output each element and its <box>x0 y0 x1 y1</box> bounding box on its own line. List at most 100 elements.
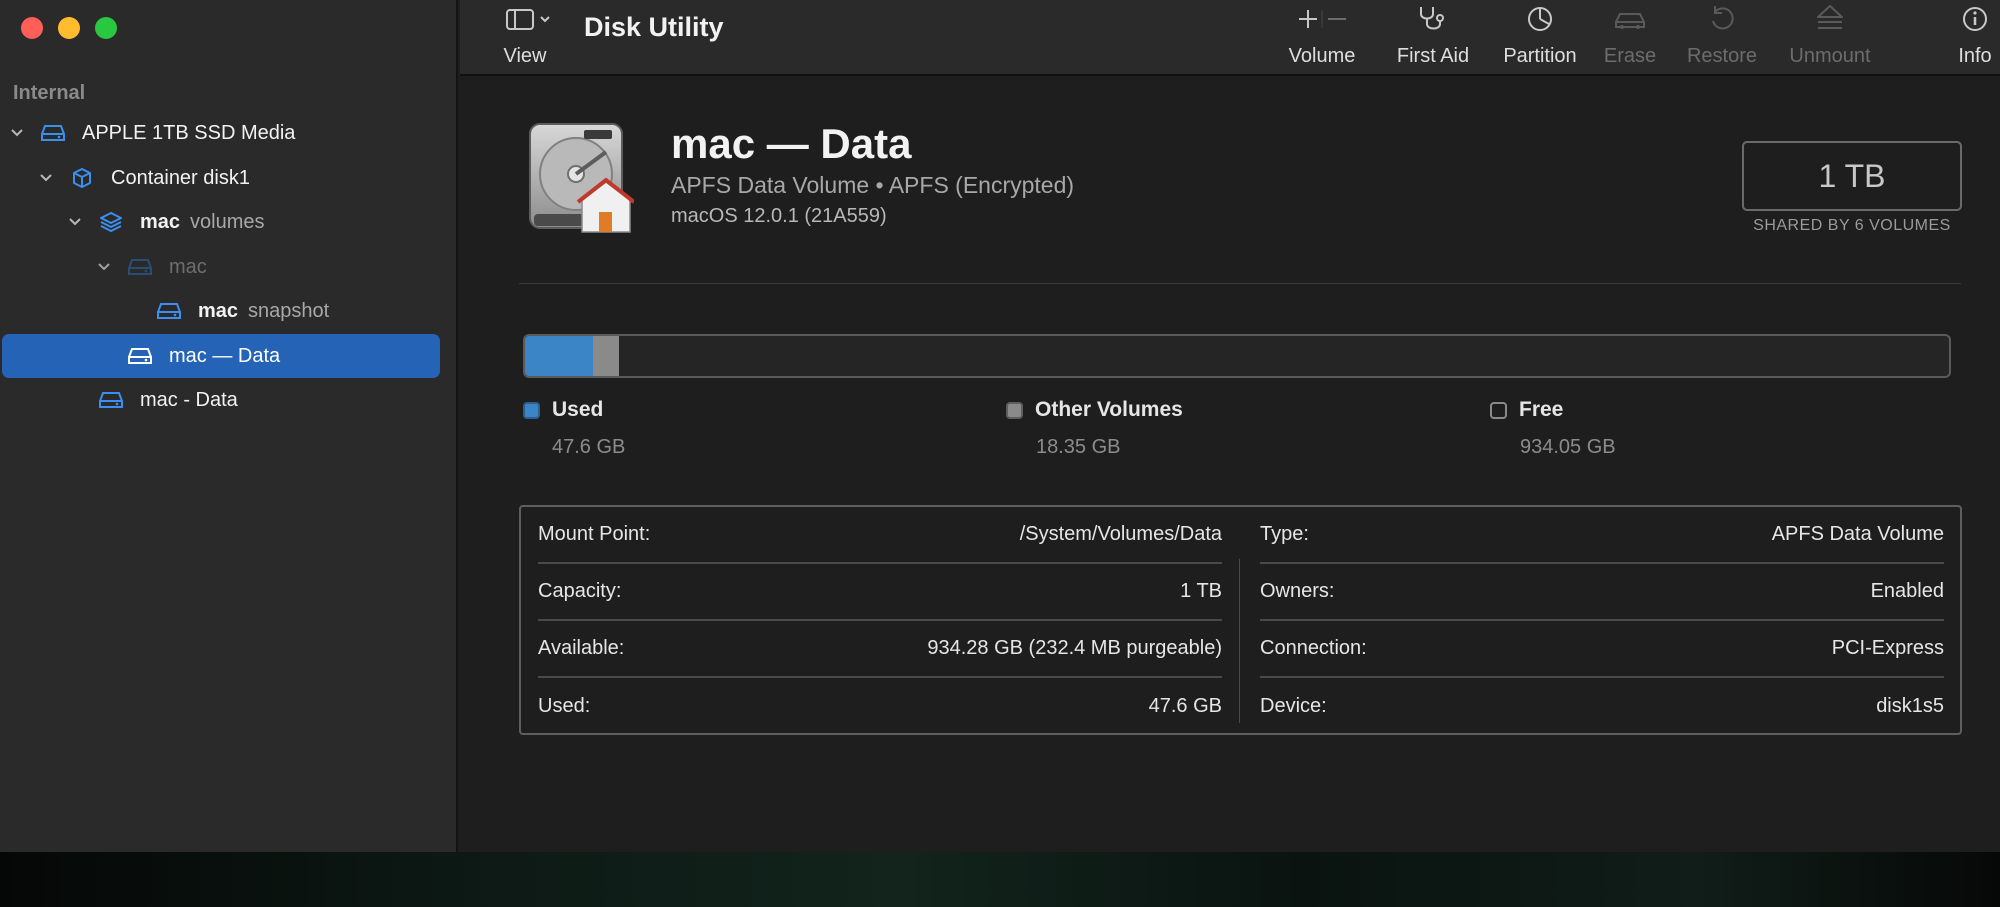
stethoscope-icon <box>1420 7 1444 30</box>
volume-label: Volume <box>1288 45 1356 67</box>
capacity-box: 1 TB <box>1742 141 1962 211</box>
info-value: /System/Volumes/Data <box>1019 523 1222 545</box>
chevron-down-icon <box>540 16 550 23</box>
chevron-down-icon[interactable] <box>6 122 28 144</box>
info-label: Type: <box>1260 523 1309 545</box>
info-row-type: Type: APFS Data Volume <box>1260 507 1944 564</box>
header-divider <box>519 283 1961 284</box>
sidebar-item-mac-volumes[interactable]: mac volumes <box>64 201 265 243</box>
sidebar-item-mac-data[interactable]: mac - Data <box>64 379 238 421</box>
other-volumes-swatch <box>1006 401 1023 419</box>
info-row-capacity: Capacity: 1 TB <box>538 564 1222 621</box>
drive-icon <box>156 300 182 322</box>
legend-free-label: Free <box>1519 398 1564 421</box>
minimize-window-button[interactable] <box>58 17 80 39</box>
info-column-separator <box>1239 559 1240 723</box>
info-value: APFS Data Volume <box>1771 523 1944 545</box>
info-label: Mount Point: <box>538 523 651 545</box>
internal-disk-home-icon <box>529 123 634 233</box>
info-label: Connection: <box>1260 637 1367 659</box>
info-row-owners: Owners: Enabled <box>1260 564 1944 621</box>
erase-button[interactable]: Erase <box>1580 0 1680 76</box>
info-row-device: Device: disk1s5 <box>1260 678 1944 735</box>
drive-icon <box>127 345 153 367</box>
info-label: Available: <box>538 637 625 659</box>
drive-icon <box>127 256 153 278</box>
partition-button[interactable]: Partition <box>1490 0 1590 76</box>
sidebar: Internal APPLE 1TB SSD Media Container d… <box>0 0 458 852</box>
info-row-mount-point: Mount Point: /System/Volumes/Data <box>538 507 1222 564</box>
drive-icon <box>98 389 124 411</box>
sidebar-item-label: Container disk1 <box>111 166 250 189</box>
view-button[interactable]: View <box>490 0 560 76</box>
info-value: 934.28 GB (232.4 MB purgeable) <box>927 637 1222 659</box>
info-value: 47.6 GB <box>1148 695 1222 717</box>
volume-info-table: Mount Point: /System/Volumes/Data Capaci… <box>519 505 1962 735</box>
zoom-window-button[interactable] <box>95 17 117 39</box>
sidebar-item-mac-data-selected[interactable]: mac — Data <box>93 335 280 377</box>
info-value: 1 TB <box>1180 580 1222 602</box>
legend-other-value: 18.35 GB <box>1036 436 1121 458</box>
free-swatch <box>1490 401 1507 419</box>
disk-utility-window: Internal APPLE 1TB SSD Media Container d… <box>0 0 2000 852</box>
info-label: Info <box>1958 45 1992 67</box>
usage-bar <box>523 334 1951 378</box>
chevron-down-icon[interactable] <box>35 167 57 189</box>
volume-group-stack-icon <box>98 211 124 233</box>
sidebar-item-apple-ssd[interactable]: APPLE 1TB SSD Media <box>6 112 305 154</box>
first-aid-label: First Aid <box>1396 45 1470 67</box>
app-title: Disk Utility <box>584 12 724 42</box>
sidebar-item-sublabel: volumes <box>190 210 265 233</box>
info-label: Used: <box>538 695 591 717</box>
volume-subtitle: APFS Data Volume • APFS (Encrypted) <box>671 172 1075 198</box>
shared-volumes-note: SHARED BY 6 VOLUMES <box>1753 217 1951 234</box>
unmount-eject-icon <box>1817 5 1843 29</box>
legend-free: Free <box>1490 398 1563 422</box>
info-value: Enabled <box>1870 580 1944 602</box>
pie-partition-icon <box>1528 7 1552 31</box>
restore-label: Restore <box>1686 45 1758 67</box>
info-value: PCI-Express <box>1831 637 1944 659</box>
legend-used: Used <box>523 398 603 422</box>
view-label: View <box>503 45 547 67</box>
erase-label: Erase <box>1603 45 1657 67</box>
info-button[interactable]: Info <box>1945 0 2000 76</box>
sidebar-item-container-disk1[interactable]: Container disk1 <box>35 157 260 199</box>
info-row-used: Used: 47.6 GB <box>538 678 1222 735</box>
sidebar-item-mac-system[interactable]: mac <box>93 246 207 288</box>
legend-used-value: 47.6 GB <box>552 436 626 458</box>
sidebar-item-label: mac - Data <box>140 388 238 411</box>
sidebar-item-label: mac <box>140 210 181 233</box>
legend-free-value: 934.05 GB <box>1520 436 1616 458</box>
restore-button[interactable]: Restore <box>1672 0 1772 76</box>
sidebar-section-internal: Internal <box>13 82 86 104</box>
usage-segment-other <box>593 336 619 376</box>
info-icon <box>1963 7 1987 31</box>
legend-other-label: Other Volumes <box>1035 398 1183 421</box>
erase-car-icon <box>1615 13 1645 29</box>
add-remove-volume-icon <box>1299 10 1346 28</box>
partition-label: Partition <box>1503 45 1577 67</box>
sidebar-item-label: APPLE 1TB SSD Media <box>82 121 296 144</box>
chevron-down-icon[interactable] <box>93 256 115 278</box>
sidebar-item-sublabel: snapshot <box>248 299 330 322</box>
close-window-button[interactable] <box>21 17 43 39</box>
restore-arrow-icon <box>1712 6 1734 30</box>
volume-button[interactable]: Volume <box>1272 0 1372 76</box>
unmount-button[interactable]: Unmount <box>1780 0 1880 76</box>
info-label: Device: <box>1260 695 1327 717</box>
sidebar-item-mac-snapshot[interactable]: mac snapshot <box>122 290 329 332</box>
usage-segment-used <box>525 336 593 376</box>
desktop-background <box>0 852 2000 907</box>
drive-icon <box>40 122 66 144</box>
sidebar-item-label: mac <box>198 299 239 322</box>
chevron-down-icon[interactable] <box>64 211 86 233</box>
sidebar-toggle-icon <box>506 9 550 30</box>
container-cube-icon <box>69 167 95 189</box>
unmount-label: Unmount <box>1789 45 1871 67</box>
info-row-available: Available: 934.28 GB (232.4 MB purgeable… <box>538 621 1222 678</box>
info-label: Capacity: <box>538 580 622 602</box>
sidebar-item-label: mac <box>169 255 207 278</box>
info-value: disk1s5 <box>1876 695 1944 717</box>
first-aid-button[interactable]: First Aid <box>1383 0 1483 76</box>
